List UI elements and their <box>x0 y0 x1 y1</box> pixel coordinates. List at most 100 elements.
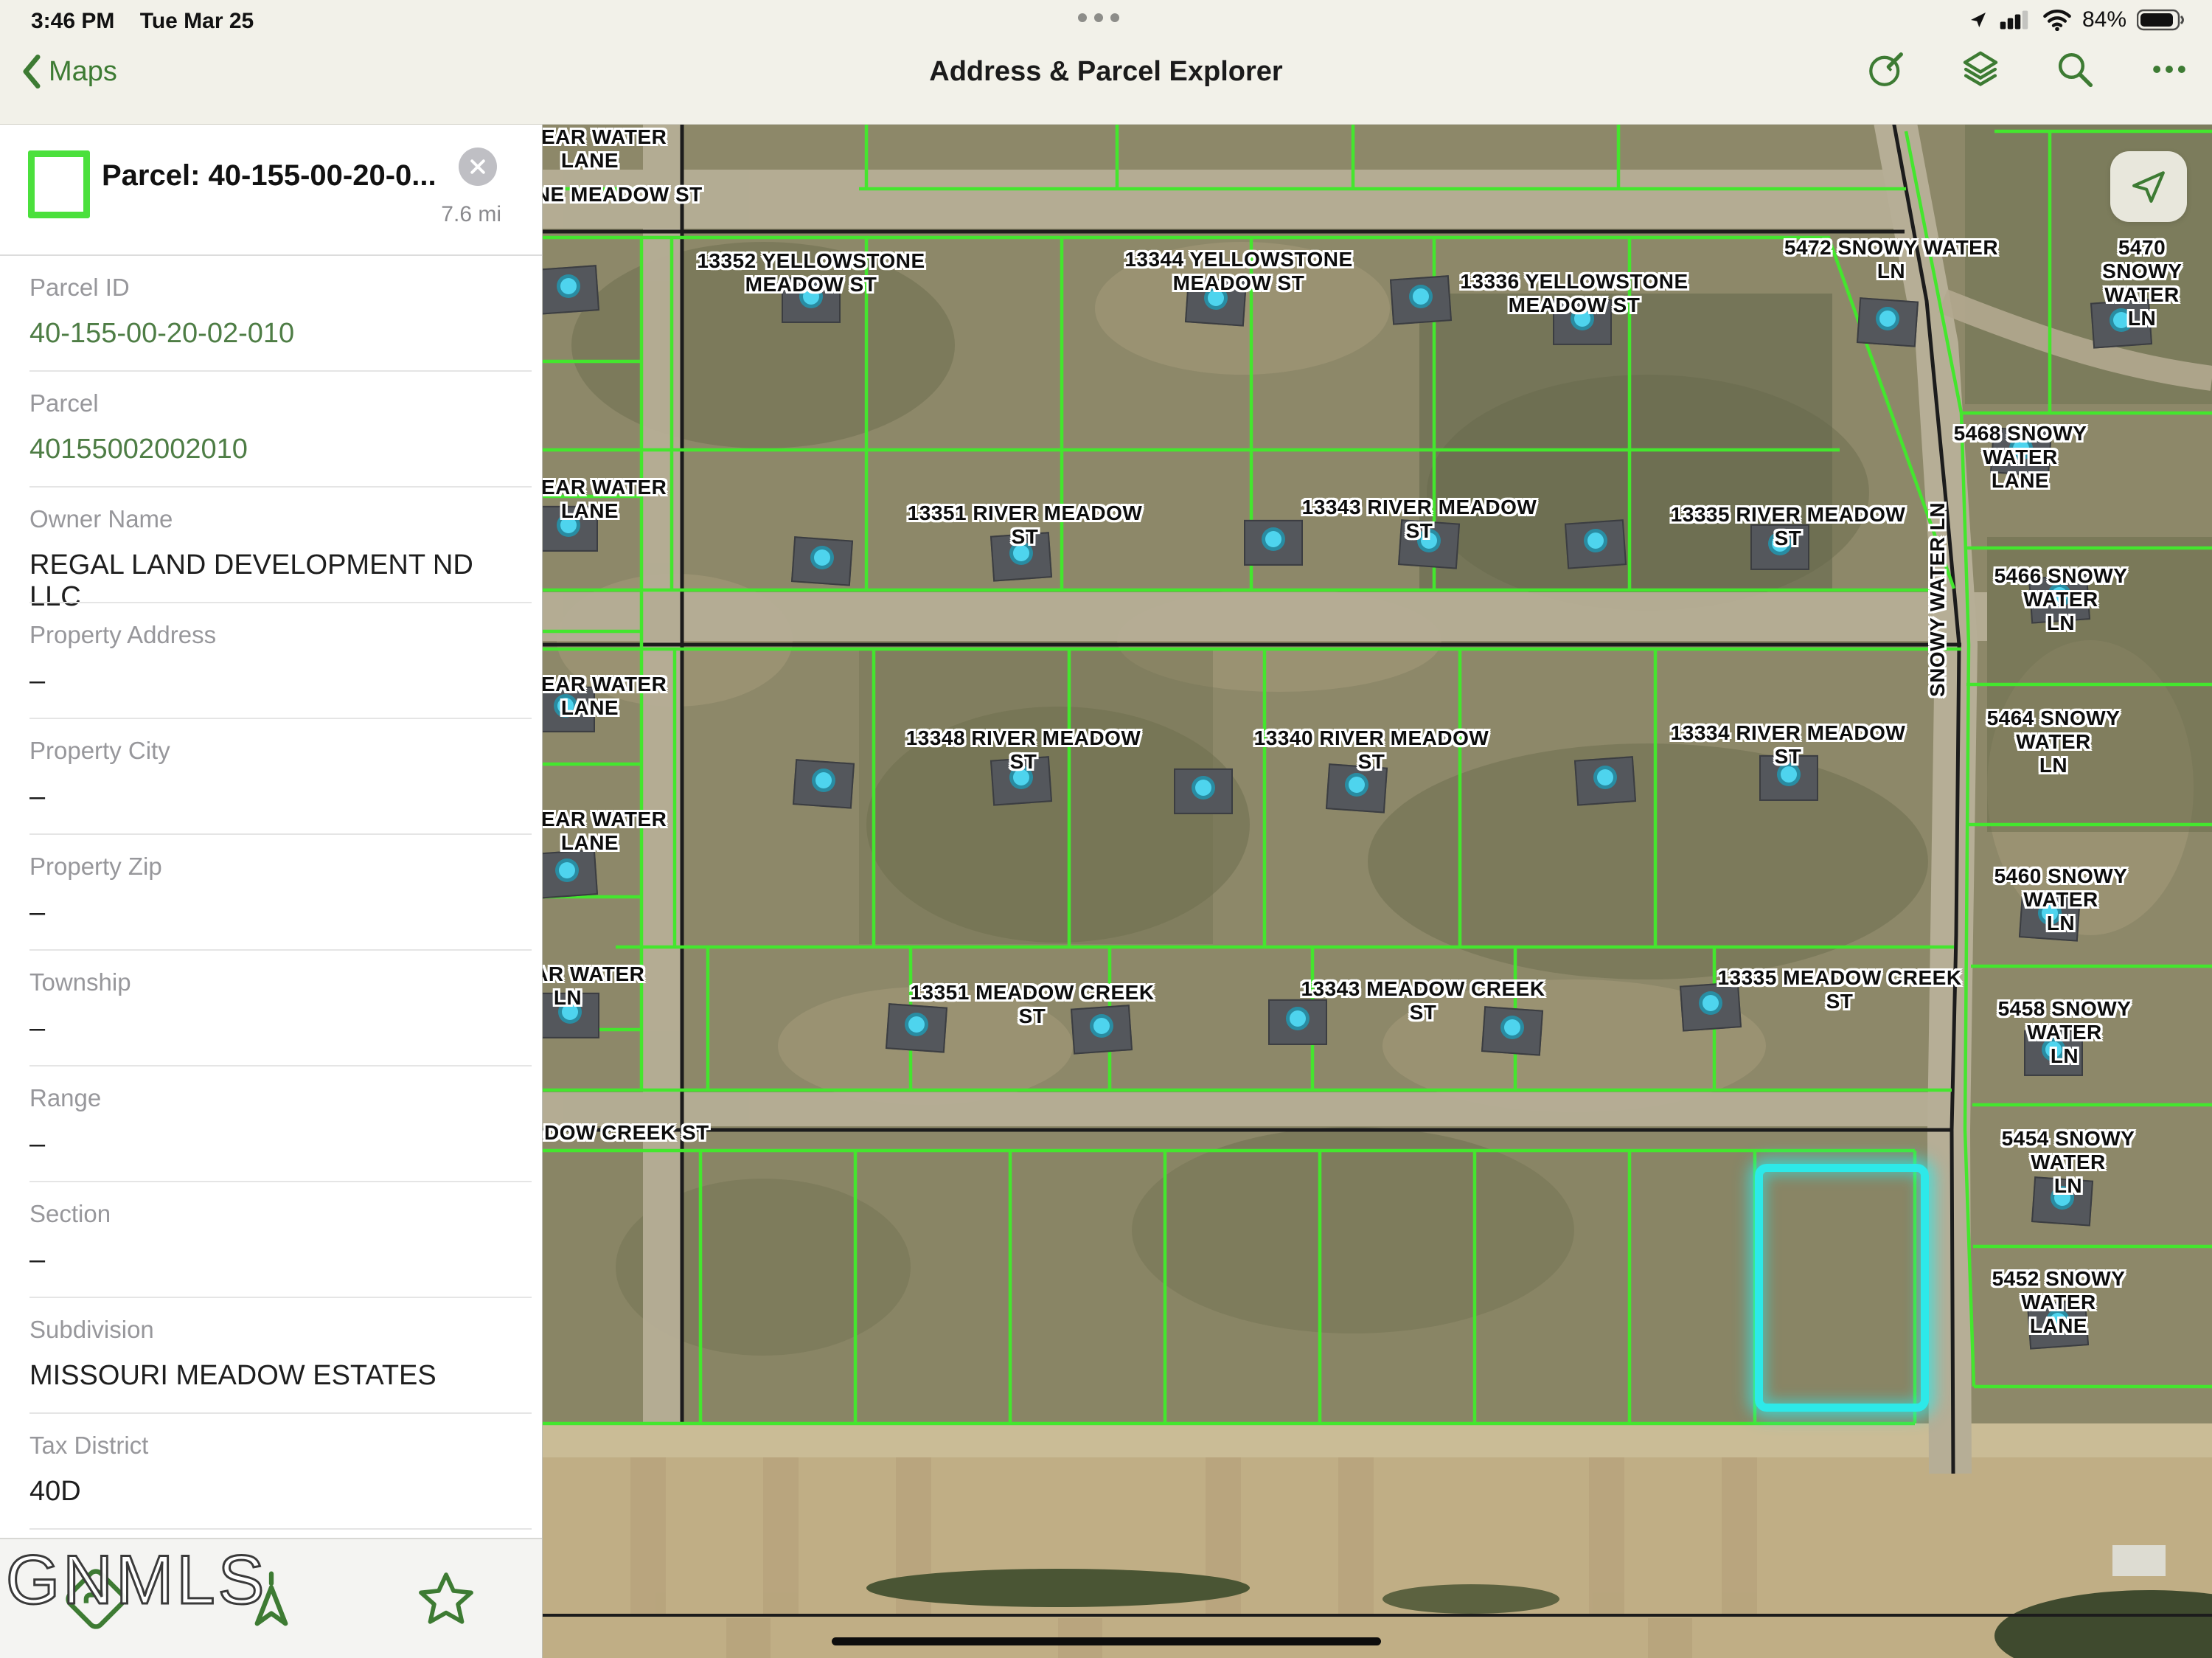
top-bar: 3:46 PM Tue Mar 25 84% <box>0 0 2212 125</box>
address-point <box>557 274 580 298</box>
field-tax-district: Tax District 40D <box>0 1414 542 1530</box>
home-indicator[interactable] <box>832 1637 1381 1645</box>
field-label: Parcel ID <box>29 274 527 302</box>
parcel-shape-icon <box>28 150 90 218</box>
map-street-label: 13343 MEADOW CREEK ST <box>1301 977 1545 1024</box>
parcel-panel: Parcel: 40-155-00-20-0... 7.6 mi Parcel … <box>0 124 543 1658</box>
map-street-label: CLEAR WATER LN <box>542 962 644 1010</box>
map-street-label: 5454 SNOWY WATER LN <box>1997 1127 2140 1198</box>
field-township: Township – <box>0 951 542 1066</box>
address-point <box>1192 776 1215 799</box>
location-active-icon <box>1967 9 1989 31</box>
field-value: – <box>29 1244 527 1276</box>
locate-fab[interactable] <box>2110 151 2187 222</box>
map-street-label: CLEAR WATER LANE <box>542 673 667 720</box>
map-street-label: 5470 SNOWY WATER LN <box>2102 236 2182 330</box>
map-street-label: 13334 RIVER MEADOW ST <box>1671 721 1906 769</box>
field-parcel: Parcel 40155002002010 <box>0 372 542 488</box>
status-time-date: 3:46 PM Tue Mar 25 <box>31 9 254 34</box>
aerial-basemap <box>542 124 2212 1658</box>
map-street-label: CLEAR WATER LANE <box>542 808 667 855</box>
map-street-label: 13348 RIVER MEADOW ST <box>906 726 1141 774</box>
map-street-label: 13336 YELLOWSTONE MEADOW ST <box>1460 270 1688 317</box>
address-point <box>1262 527 1285 551</box>
field-property-city: Property City – <box>0 719 542 835</box>
map-street-label: 5464 SNOWY WATER LN <box>1975 707 2133 777</box>
field-value: – <box>29 781 527 813</box>
address-point <box>1584 529 1607 552</box>
parcel-fields: Parcel ID 40-155-00-20-02-010 Parcel 401550… <box>0 256 542 1530</box>
panel-toolbar <box>0 1538 542 1658</box>
field-label: Tax District <box>29 1432 527 1460</box>
map-street-label: 13335 MEADOW CREEK ST <box>1717 966 1961 1013</box>
map-street-label: 13343 RIVER MEADOW ST <box>1302 496 1537 543</box>
field-property-zip: Property Zip – <box>0 835 542 951</box>
address-point <box>1345 773 1368 797</box>
field-subdivision: Subdivision MISSOURI MEADOW ESTATES <box>0 1298 542 1414</box>
map-street-label: SNOWY WATER LN <box>1926 502 1950 697</box>
field-value: MISSOURI MEADOW ESTATES <box>29 1360 527 1392</box>
map-street-label: CLEAR WATER LANE <box>542 125 667 173</box>
map-street-label: STONE MEADOW ST <box>542 183 703 207</box>
distance-badge: 7.6 mi <box>398 202 501 227</box>
field-value: 40D <box>29 1476 527 1508</box>
parcel-card-title: Parcel: 40-155-00-20-0... <box>102 159 437 192</box>
draw-icon[interactable] <box>1865 49 1907 90</box>
status-icons: 84% <box>1967 7 2185 32</box>
map-street-label: 13351 RIVER MEADOW ST <box>908 502 1143 549</box>
map-street-label: 5466 SNOWY WATER LN <box>1986 564 2137 635</box>
map-street-label: 13344 YELLOWSTONE MEADOW ST <box>1124 248 1352 295</box>
field-value: – <box>29 1013 527 1044</box>
field-label: Owner Name <box>29 505 527 533</box>
map-street-label: 5458 SNOWY WATER LN <box>1991 997 2138 1068</box>
field-label: Property Zip <box>29 853 527 881</box>
field-label: Township <box>29 968 527 996</box>
field-range: Range – <box>0 1066 542 1182</box>
close-icon[interactable] <box>459 148 497 186</box>
search-icon[interactable] <box>2054 49 2096 90</box>
field-section: Section – <box>0 1182 542 1298</box>
map-street-label: 13340 RIVER MEADOW ST <box>1254 726 1489 774</box>
wifi-icon <box>2042 9 2072 31</box>
address-point <box>1409 285 1433 308</box>
field-value: – <box>29 1128 527 1160</box>
address-point <box>1593 766 1617 789</box>
field-value: – <box>29 665 527 697</box>
field-parcel-id: Parcel ID 40-155-00-20-02-010 <box>0 256 542 372</box>
field-label: Parcel <box>29 389 527 417</box>
field-label: Property City <box>29 737 527 765</box>
field-owner-name: Owner NameREGAL LAND DEVELOPMENT ND LLC <box>0 488 542 603</box>
field-label: Subdivision <box>29 1316 527 1344</box>
field-value[interactable]: 40-155-00-20-02-010 <box>29 318 527 350</box>
battery-percent: 84% <box>2082 7 2126 32</box>
navigation-arrow-icon <box>2128 166 2169 207</box>
map-street-label: 5460 SNOWY WATER LN <box>1986 864 2137 935</box>
status-time: 3:46 PM <box>31 9 114 33</box>
map-street-label: MEADOW CREEK ST <box>542 1121 709 1145</box>
map-street-label: 5468 SNOWY WATER LANE <box>1924 422 2116 493</box>
locate-icon[interactable] <box>237 1565 305 1633</box>
more-icon[interactable] <box>2149 49 2190 90</box>
address-point <box>810 546 834 569</box>
field-label: Range <box>29 1084 527 1112</box>
map-street-label: 5472 SNOWY WATER LN <box>1784 236 1998 283</box>
field-label: Property Address <box>29 621 527 649</box>
selected-parcel-highlight[interactable] <box>1755 1164 1929 1412</box>
address-point <box>812 769 835 792</box>
status-date: Tue Mar 25 <box>140 9 254 33</box>
map-street-label: 5452 SNOWY WATER LANE <box>1982 1267 2135 1338</box>
field-label: Section <box>29 1200 527 1228</box>
field-property-address: Property Address – <box>0 603 542 719</box>
map-view[interactable]: CLEAR WATER LANE STONE MEADOW ST 13352 YEL… <box>542 124 2212 1658</box>
map-street-label: 13352 YELLOWSTONE MEADOW ST <box>697 249 925 296</box>
address-point <box>1876 307 1899 330</box>
field-value[interactable]: 40155002002010 <box>29 434 527 465</box>
favorite-icon[interactable] <box>412 1565 480 1633</box>
layers-icon[interactable] <box>1960 49 2001 90</box>
address-point <box>555 859 579 882</box>
battery-icon <box>2137 8 2185 32</box>
directions-icon[interactable] <box>62 1565 130 1633</box>
field-value: – <box>29 897 527 929</box>
map-street-label: 13351 MEADOW CREEK ST <box>910 981 1154 1028</box>
multitasking-dots-icon[interactable] <box>1078 13 1119 22</box>
